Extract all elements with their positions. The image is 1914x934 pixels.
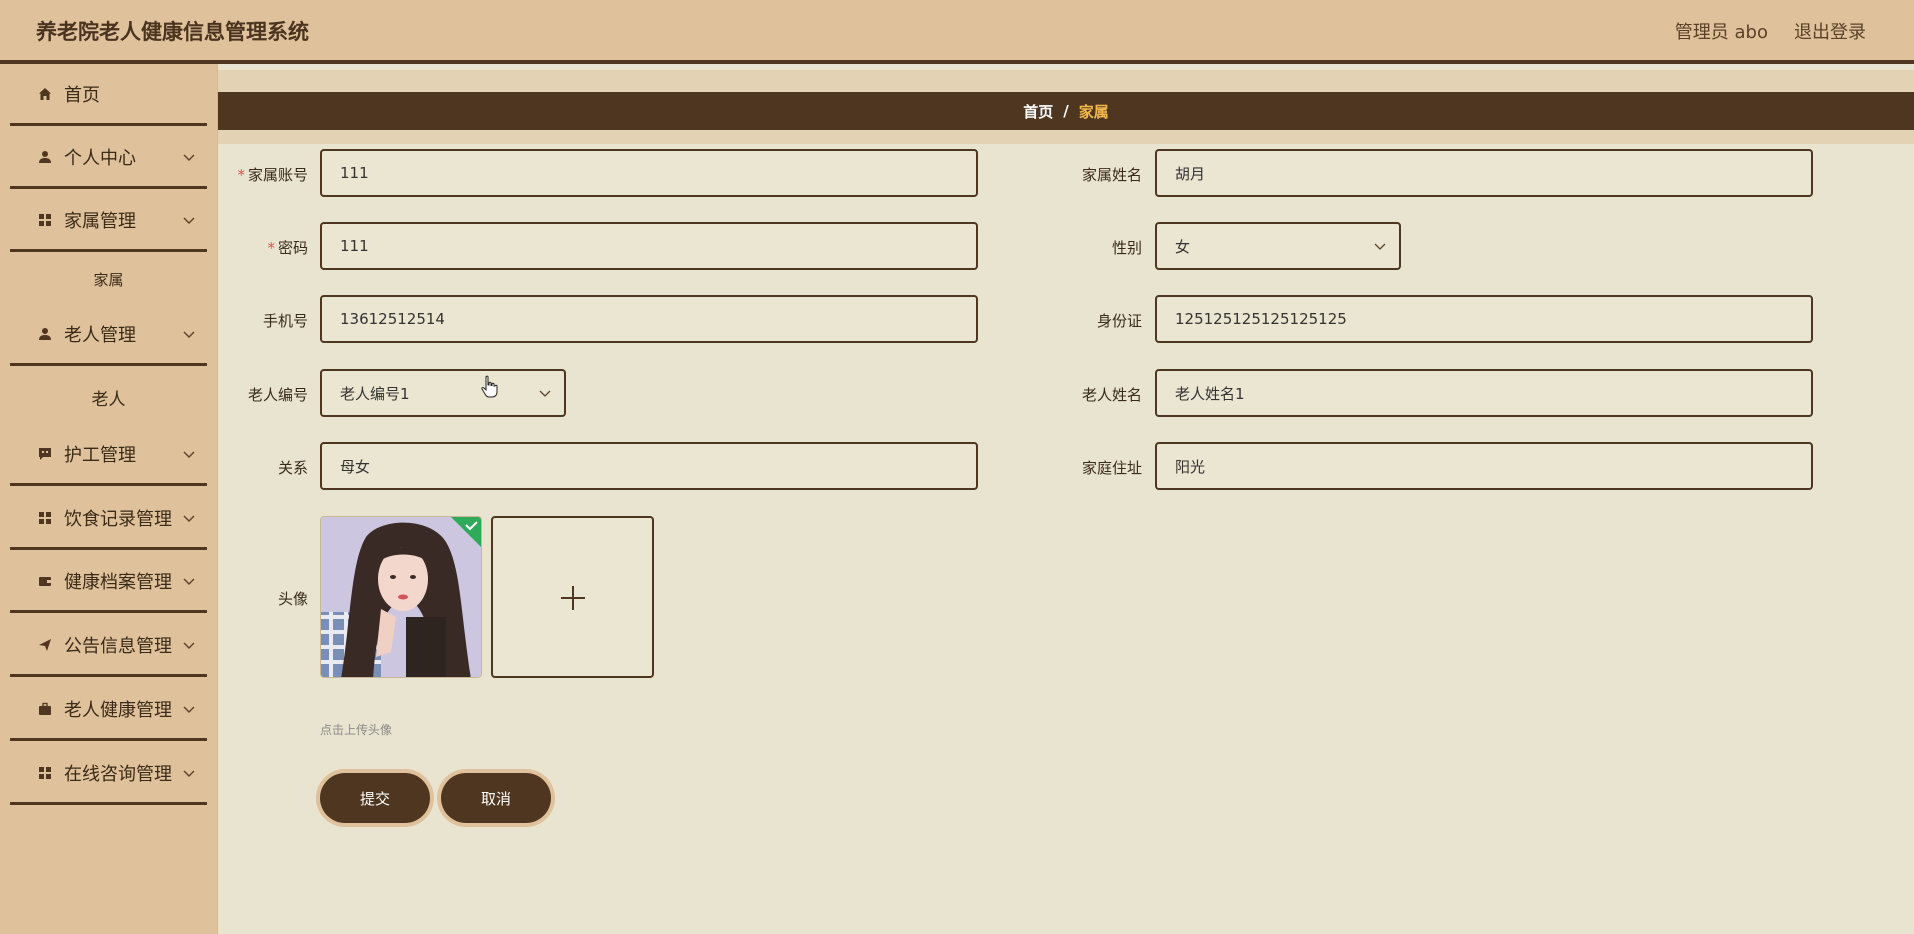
required-mark: * (267, 239, 275, 257)
avatar-upload-button[interactable] (491, 516, 654, 678)
user-icon (36, 148, 54, 166)
chevron-down-icon (183, 154, 195, 161)
elder-name-label: 老人姓名 (1081, 386, 1142, 404)
sidebar-item-label: 首页 (64, 84, 100, 106)
elder-name-field[interactable]: 老人姓名1 (1155, 369, 1813, 417)
upload-success-icon (451, 517, 481, 547)
relation-label: 关系 (277, 459, 308, 477)
relation-field[interactable]: 母女 (320, 442, 978, 490)
account-field[interactable]: 111 (320, 149, 978, 197)
chevron-down-icon (183, 217, 195, 224)
chevron-down-icon (183, 331, 195, 338)
breadcrumb-current: 家属 (1078, 102, 1109, 121)
grid-icon (36, 764, 54, 782)
avatar-upload-hint: 点击上传头像 (320, 723, 393, 737)
grid-icon (36, 211, 54, 229)
sidebar-item-label: 个人中心 (64, 147, 136, 169)
briefcase-icon (36, 700, 54, 718)
sidebar-item-label: 老人管理 (64, 324, 136, 346)
sidebar-item-label: 护工管理 (64, 444, 136, 466)
sidebar-subitem-family[interactable]: 家属 (10, 269, 207, 290)
required-mark: * (237, 166, 245, 184)
sidebar-item-elder-management[interactable]: 老人管理 (10, 304, 207, 366)
chevron-down-icon (539, 390, 551, 397)
avatar-thumbnail[interactable] (320, 516, 482, 678)
sidebar-item-diet-management[interactable]: 饮食记录管理 (10, 488, 207, 550)
account-label: * 家属账号 (226, 164, 308, 185)
grid-icon (36, 509, 54, 527)
family-name-label: 家属姓名 (1081, 166, 1142, 184)
top-right-actions: 管理员 abo 退出登录 (1675, 18, 1866, 44)
sidebar-item-announcements[interactable]: 公告信息管理 (10, 615, 207, 677)
gender-select[interactable]: 女 (1155, 222, 1401, 270)
sidebar-item-elder-health[interactable]: 老人健康管理 (10, 679, 207, 741)
breadcrumb: 首页 / 家属 (218, 92, 1914, 130)
password-field[interactable]: 111 (320, 222, 978, 270)
chevron-down-icon (183, 642, 195, 649)
sidebar-item-label: 家属管理 (64, 210, 136, 232)
gender-select-value: 女 (1175, 237, 1191, 256)
elder-no-select-value: 老人编号1 (340, 384, 410, 403)
gender-label: 性别 (1111, 239, 1142, 257)
send-icon (36, 636, 54, 654)
address-label: 家庭住址 (1081, 459, 1142, 477)
chevron-down-icon (183, 770, 195, 777)
breadcrumb-home[interactable]: 首页 (1023, 101, 1053, 122)
wallet-icon (36, 572, 54, 590)
chat-icon (36, 445, 54, 463)
cancel-button[interactable]: 取消 (441, 773, 551, 823)
chevron-down-icon (183, 515, 195, 522)
elder-no-select[interactable]: 老人编号1 (320, 369, 566, 417)
home-icon (36, 85, 54, 103)
phone-field[interactable]: 13612512514 (320, 295, 978, 343)
id-card-label: 身份证 (1096, 312, 1142, 330)
user-icon (36, 325, 54, 343)
sidebar-item-label: 公告信息管理 (64, 635, 172, 657)
phone-label: 手机号 (262, 312, 308, 330)
chevron-down-icon (183, 706, 195, 713)
chevron-down-icon (183, 451, 195, 458)
avatar-label: 头像 (277, 590, 308, 608)
sidebar: 首页 个人中心 家属管理 家属 老人管理 老人 护工管理 饮食记录管理 健康档案… (0, 64, 218, 934)
address-field[interactable]: 阳光 (1155, 442, 1813, 490)
sidebar-item-caregiver-management[interactable]: 护工管理 (10, 424, 207, 486)
sidebar-subitem-elder[interactable]: 老人 (10, 385, 207, 410)
plus-icon (561, 586, 585, 610)
password-label: * 密码 (226, 237, 308, 258)
sidebar-item-label: 老人健康管理 (64, 699, 172, 721)
breadcrumb-separator: / (1063, 102, 1069, 120)
hand-cursor-icon (481, 375, 498, 398)
sidebar-item-family-management[interactable]: 家属管理 (10, 190, 207, 252)
sidebar-item-health-records[interactable]: 健康档案管理 (10, 551, 207, 613)
account-label-text: 家属账号 (247, 166, 308, 184)
sidebar-item-label: 饮食记录管理 (64, 508, 172, 530)
sidebar-item-home[interactable]: 首页 (10, 64, 207, 126)
app-title: 养老院老人健康信息管理系统 (36, 20, 309, 44)
current-user-label[interactable]: 管理员 abo (1675, 18, 1768, 44)
logout-link[interactable]: 退出登录 (1794, 18, 1866, 44)
submit-button[interactable]: 提交 (320, 773, 430, 823)
sidebar-item-personal-center[interactable]: 个人中心 (10, 127, 207, 189)
family-name-field[interactable]: 胡月 (1155, 149, 1813, 197)
sidebar-item-label: 在线咨询管理 (64, 763, 172, 785)
password-label-text: 密码 (277, 239, 308, 257)
sidebar-item-label: 健康档案管理 (64, 571, 172, 593)
top-bar: 养老院老人健康信息管理系统 管理员 abo 退出登录 (0, 0, 1914, 64)
sidebar-item-online-consult[interactable]: 在线咨询管理 (10, 743, 207, 805)
breadcrumb-band: 首页 / 家属 (218, 70, 1914, 144)
chevron-down-icon (1374, 243, 1386, 250)
elder-no-label: 老人编号 (247, 386, 308, 404)
id-card-field[interactable]: 125125125125125125 (1155, 295, 1813, 343)
chevron-down-icon (183, 578, 195, 585)
